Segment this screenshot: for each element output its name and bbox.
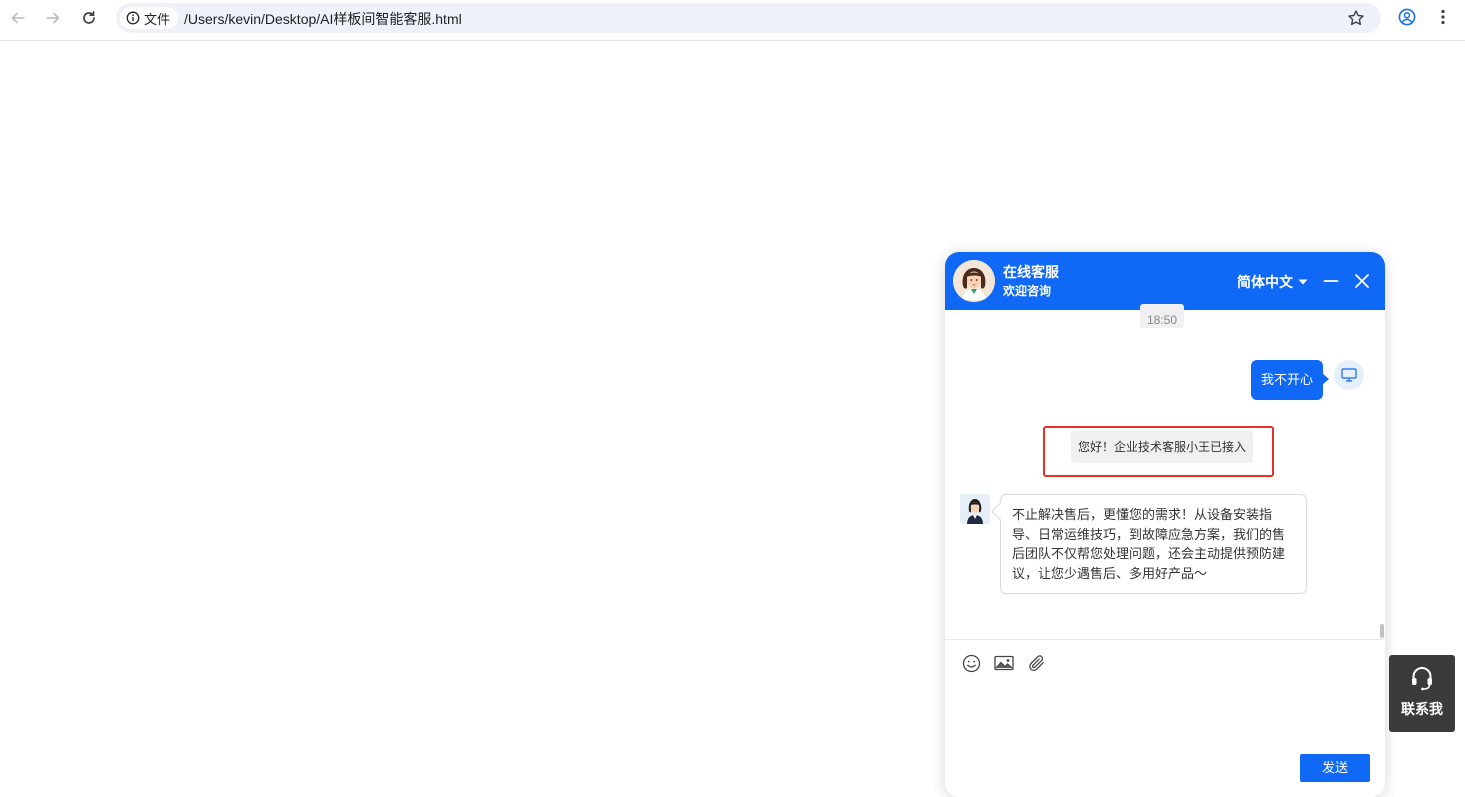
contact-me-label: 联系我 bbox=[1401, 701, 1443, 717]
agent-avatar-icon bbox=[953, 260, 995, 302]
bookmark-button[interactable] bbox=[1345, 7, 1367, 29]
forward-button[interactable] bbox=[41, 6, 65, 30]
contact-me-button[interactable]: 联系我 bbox=[1389, 655, 1455, 732]
attachment-button[interactable] bbox=[1027, 653, 1047, 673]
arrow-left-icon bbox=[11, 12, 25, 24]
reload-icon bbox=[83, 10, 95, 24]
profile-button[interactable] bbox=[1396, 6, 1418, 28]
agent-message-bubble: 不止解决售后，更懂您的需求！从设备安装指导、日常运维技巧，到故障应急方案，我们的… bbox=[1000, 494, 1307, 594]
language-selector[interactable]: 简体中文 bbox=[1237, 272, 1308, 292]
service-avatar bbox=[953, 260, 995, 302]
chat-subtitle: 欢迎咨询 bbox=[1003, 284, 1052, 298]
browser-toolbar: 文件 /Users/kevin/Desktop/AI样板间智能客服.html bbox=[0, 0, 1465, 41]
chat-title: 在线客服 bbox=[1003, 264, 1059, 280]
agent-avatar bbox=[960, 494, 990, 524]
browser-menu-button[interactable] bbox=[1432, 6, 1454, 28]
desktop-icon bbox=[1341, 368, 1357, 382]
site-info-chip[interactable]: 文件 bbox=[120, 7, 179, 29]
message-list[interactable]: 18:50 我不开心 您好！企业技术客服小王已接入 不止解决售后，更懂您的需求！… bbox=[945, 304, 1385, 639]
chat-widget: 在线客服 欢迎咨询 简体中文 18:50 我不开心 您好！企业技术客服小王已接入 bbox=[945, 252, 1385, 797]
address-bar[interactable]: 文件 /Users/kevin/Desktop/AI样板间智能客服.html bbox=[116, 3, 1381, 33]
image-button[interactable] bbox=[994, 653, 1014, 673]
site-info-label: 文件 bbox=[144, 11, 171, 27]
image-icon bbox=[994, 655, 1014, 671]
agent-message-text: 不止解决售后，更懂您的需求！从设备安装指导、日常运维技巧，到故障应急方案，我们的… bbox=[1012, 507, 1286, 581]
language-label: 简体中文 bbox=[1237, 274, 1293, 290]
chat-input-area: 发送 bbox=[945, 639, 1385, 797]
more-vert-icon bbox=[1441, 9, 1445, 25]
send-button[interactable]: 发送 bbox=[1300, 754, 1370, 782]
caret-down-icon bbox=[1298, 279, 1308, 285]
close-button[interactable] bbox=[1353, 271, 1371, 291]
star-icon bbox=[1348, 10, 1364, 26]
minimize-button[interactable] bbox=[1323, 271, 1339, 291]
system-notice: 您好！企业技术客服小王已接入 bbox=[1071, 431, 1253, 463]
minimize-icon bbox=[1323, 280, 1339, 282]
url-text[interactable]: /Users/kevin/Desktop/AI样板间智能客服.html bbox=[184, 9, 462, 29]
emoji-button[interactable] bbox=[961, 653, 981, 673]
arrow-right-icon bbox=[46, 12, 60, 24]
back-button[interactable] bbox=[6, 6, 30, 30]
reload-button[interactable] bbox=[77, 6, 101, 30]
close-icon bbox=[1355, 274, 1369, 288]
headset-icon bbox=[1412, 667, 1432, 691]
agent-icon bbox=[960, 494, 990, 524]
attachment-icon bbox=[1029, 654, 1044, 671]
chat-header: 在线客服 欢迎咨询 简体中文 bbox=[945, 252, 1385, 310]
profile-icon bbox=[1398, 8, 1416, 26]
headset-icon-wrap bbox=[1409, 665, 1435, 691]
user-avatar bbox=[1334, 360, 1364, 390]
user-message-bubble: 我不开心 bbox=[1251, 360, 1329, 400]
info-icon bbox=[126, 11, 140, 25]
emoji-icon bbox=[962, 654, 980, 672]
message-time: 18:50 bbox=[1140, 304, 1184, 328]
scrollbar-thumb[interactable] bbox=[1380, 624, 1384, 638]
